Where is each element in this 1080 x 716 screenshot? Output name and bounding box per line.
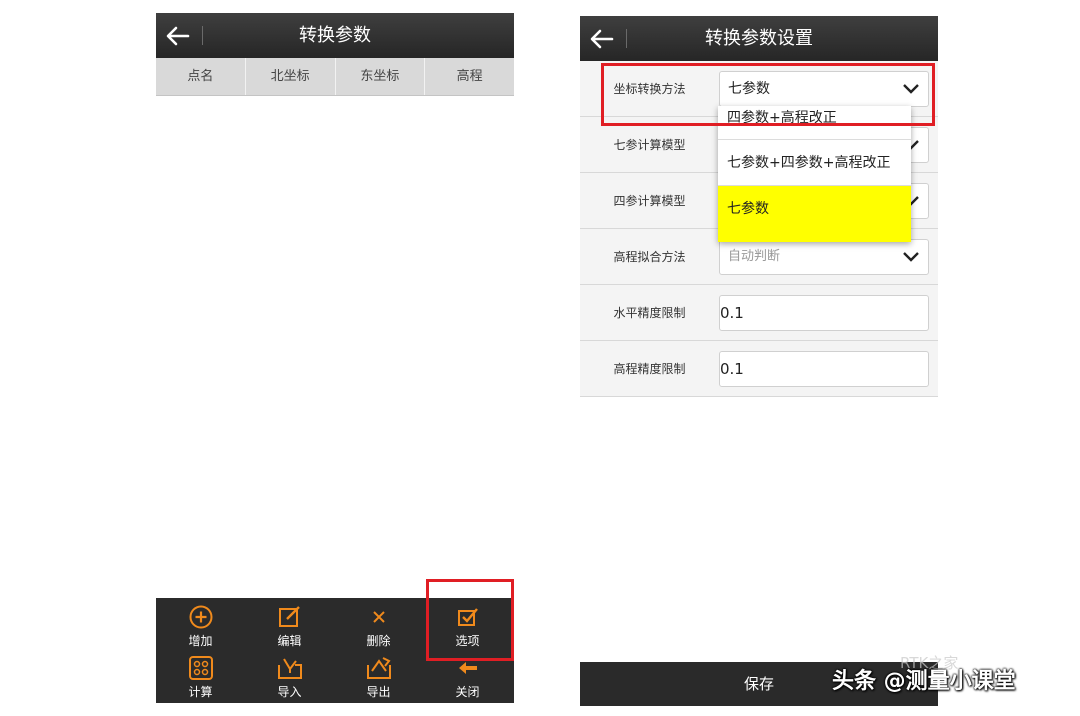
page-title: 转换参数 [299,25,371,46]
edit-button[interactable]: 编辑 [245,601,334,653]
height-fit-method-label: 高程拟合方法 [613,250,686,264]
dropdown-option[interactable]: 七参数+四参数+高程改正 [718,140,911,186]
export-button[interactable]: 导出 [334,652,423,704]
row-height-precision: 高程精度限制 0.1 [580,341,938,397]
column-header-elevation[interactable]: 高程 [425,58,514,95]
transform-settings-screen: 转换参数设置 坐标转换方法 七参数 七参计算模型 四参计算模型 高程拟合方法 自… [580,16,938,706]
title-bar: 转换参数设置 [580,16,938,61]
import-icon [277,658,302,679]
import-button[interactable]: 导入 [245,652,334,704]
dropdown-option[interactable]: 四参数+高程改正 [718,106,911,140]
horizontal-precision-label: 水平精度限制 [613,306,686,320]
transform-method-label: 坐标转换方法 [613,82,686,96]
horizontal-precision-input[interactable]: 0.1 [719,295,929,331]
chevron-down-icon [903,84,919,94]
transform-method-value: 七参数 [728,81,770,97]
height-precision-label: 高程精度限制 [613,362,686,376]
export-icon [366,657,391,679]
add-button[interactable]: 增加 [156,601,245,653]
add-icon [189,605,212,629]
bottom-toolbar: 增加 编辑 删除 选项 计算 导入 导出 关闭 [156,598,514,703]
calculate-label: 计算 [188,685,213,699]
height-fit-method-select[interactable]: 自动判断 [719,239,929,275]
row-horizontal-precision: 水平精度限制 0.1 [580,285,938,341]
column-header-point-name[interactable]: 点名 [156,58,246,95]
options-label: 选项 [455,634,480,648]
options-button[interactable]: 选项 [423,601,512,653]
column-header-north[interactable]: 北坐标 [246,58,336,95]
toutiao-watermark: 头条 @测量小课堂 [832,669,1016,694]
delete-icon [372,611,385,623]
title-bar: 转换参数 [156,13,514,58]
transform-method-dropdown: 四参数+高程改正 七参数+四参数+高程改正 七参数 [718,106,911,242]
close-label: 关闭 [455,685,480,699]
four-param-model-label: 四参计算模型 [613,194,686,208]
transform-params-screen: 转换参数 点名 北坐标 东坐标 高程 增加 编辑 删除 选项 计算 导入 导出 … [156,13,514,703]
column-header-east[interactable]: 东坐标 [336,58,426,95]
edit-label: 编辑 [277,634,302,648]
table-header: 点名 北坐标 东坐标 高程 [156,58,514,96]
close-button[interactable]: 关闭 [423,652,512,704]
chevron-down-icon [903,252,919,262]
delete-label: 删除 [366,634,391,648]
delete-button[interactable]: 删除 [334,601,423,653]
dropdown-option-selected[interactable]: 七参数 [718,186,911,242]
page-title: 转换参数设置 [705,28,813,49]
edit-icon [278,606,300,627]
calculate-button[interactable]: 计算 [156,652,245,704]
height-fit-method-value: 自动判断 [728,249,781,264]
transform-method-select[interactable]: 七参数 [719,71,929,107]
export-label: 导出 [366,685,391,699]
add-label: 增加 [188,634,213,648]
checkbox-icon [457,608,478,626]
height-precision-input[interactable]: 0.1 [719,351,929,387]
import-label: 导入 [277,685,302,699]
calculator-icon [188,656,213,680]
exit-arrow-icon [458,662,477,674]
seven-param-model-label: 七参计算模型 [613,138,686,152]
